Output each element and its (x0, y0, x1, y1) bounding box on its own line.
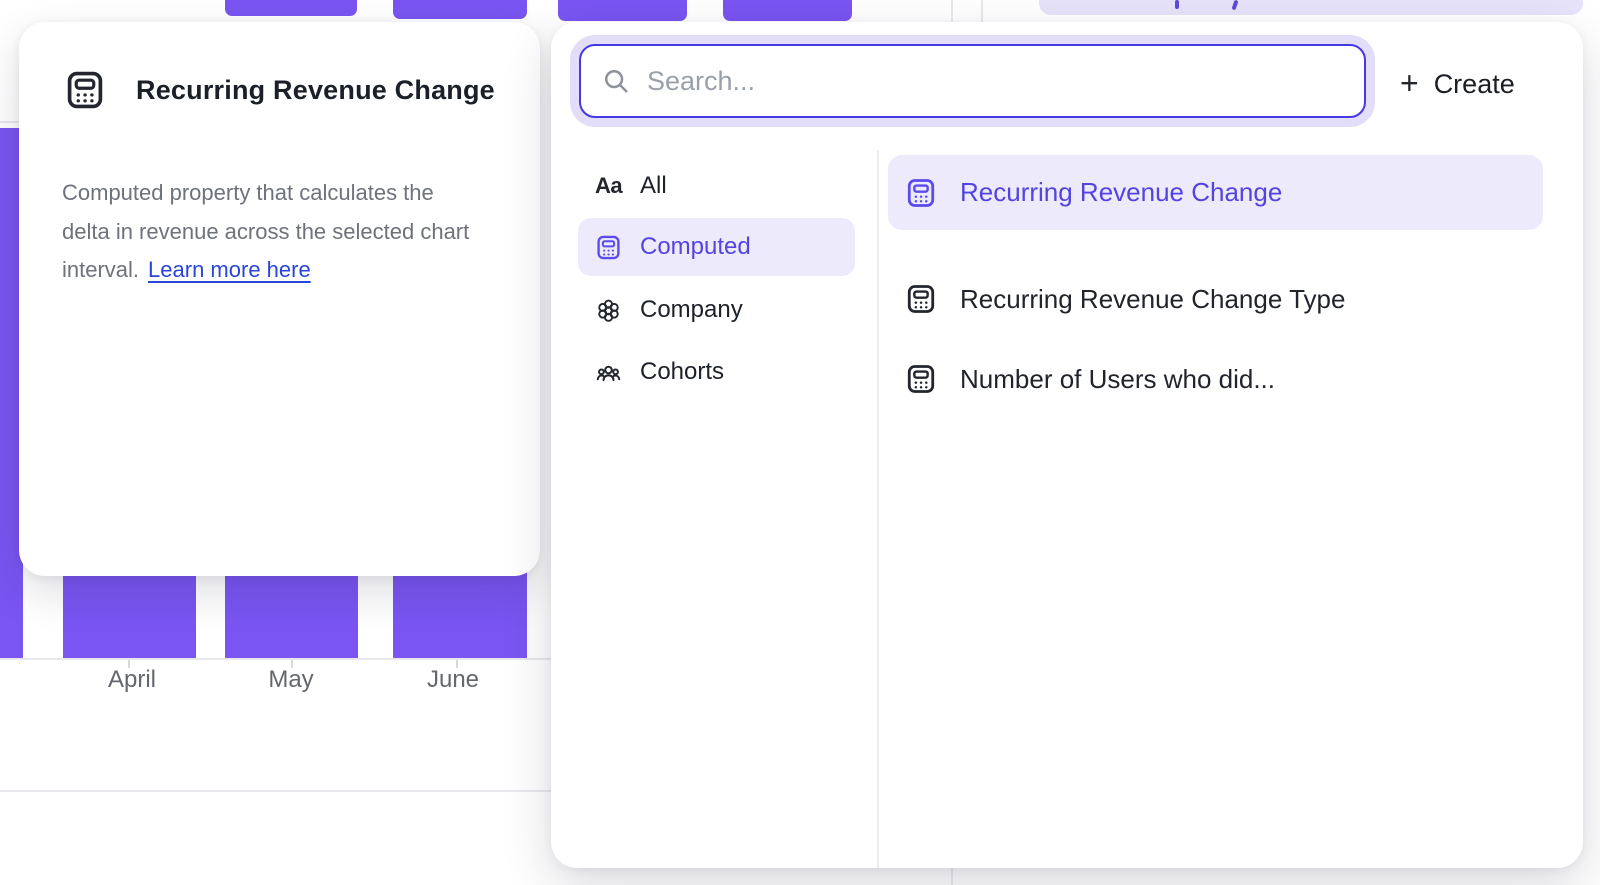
axis-label-april: April (108, 666, 156, 694)
app-background: April May June Recurring Revenue Change … (0, 0, 1600, 885)
filter-item-company[interactable]: Company (578, 288, 855, 332)
create-button-label: Create (1434, 69, 1515, 100)
bg-card-border-top-left (0, 121, 20, 123)
axis-label-june: June (427, 666, 479, 694)
bg-horizontal-divider (0, 790, 551, 792)
tooltip-title: Recurring Revenue Change (136, 75, 495, 106)
filter-label: All (640, 172, 667, 200)
property-picker-popover: + Create Aa All Computed Company (551, 22, 1583, 868)
chart-bar-remnant (393, 0, 527, 19)
result-label: Recurring Revenue Change (960, 177, 1282, 208)
filter-item-cohorts[interactable]: Cohorts (578, 350, 855, 394)
tooltip-description-line3: interval. Learn more here (62, 251, 469, 290)
calculator-icon (64, 69, 106, 111)
filter-label: Company (640, 296, 743, 324)
axis-label-may: May (268, 666, 313, 694)
search-field (579, 44, 1366, 118)
tooltip-description: Computed property that calculates the de… (62, 174, 469, 290)
chart-bar-remnant (225, 0, 357, 16)
calculator-icon (905, 363, 937, 395)
tooltip-description-line1: Computed property that calculates the (62, 174, 469, 213)
property-tooltip-card: Recurring Revenue Change Computed proper… (19, 22, 540, 576)
calculator-icon (595, 234, 622, 261)
filter-label: Computed (640, 233, 751, 261)
panel-divider (877, 150, 879, 868)
plus-icon: + (1400, 67, 1419, 99)
tooltip-description-line3-prefix: interval. (62, 257, 139, 282)
company-cluster-icon (595, 297, 622, 324)
result-label: Number of Users who did... (960, 364, 1275, 395)
x-axis-line (0, 658, 551, 660)
tooltip-description-line2: delta in revenue across the selected cha… (62, 213, 469, 252)
pill-text-descender (1175, 0, 1179, 9)
result-item-recurring-revenue-change-type[interactable]: Recurring Revenue Change Type (888, 269, 1543, 329)
chart-bar-remnant (723, 0, 852, 21)
result-item-number-of-users-who-did[interactable]: Number of Users who did... (888, 349, 1543, 409)
result-item-recurring-revenue-change[interactable]: Recurring Revenue Change (888, 155, 1543, 230)
learn-more-link[interactable]: Learn more here (148, 257, 311, 282)
filter-label: Cohorts (640, 358, 724, 386)
cohorts-people-icon (595, 359, 622, 386)
letters-aa-icon: Aa (595, 173, 622, 200)
result-label: Recurring Revenue Change Type (960, 284, 1345, 315)
filter-item-computed[interactable]: Computed (578, 218, 855, 276)
chart-bar-remnant (558, 0, 687, 21)
filter-item-all[interactable]: Aa All (578, 164, 855, 208)
search-input[interactable] (581, 46, 1364, 116)
calculator-icon (905, 283, 937, 315)
bg-vertical-divider-2 (981, 0, 983, 24)
calculator-icon (905, 177, 937, 209)
create-button[interactable]: + Create (1400, 62, 1515, 106)
property-trigger-pill[interactable] (1039, 0, 1583, 15)
